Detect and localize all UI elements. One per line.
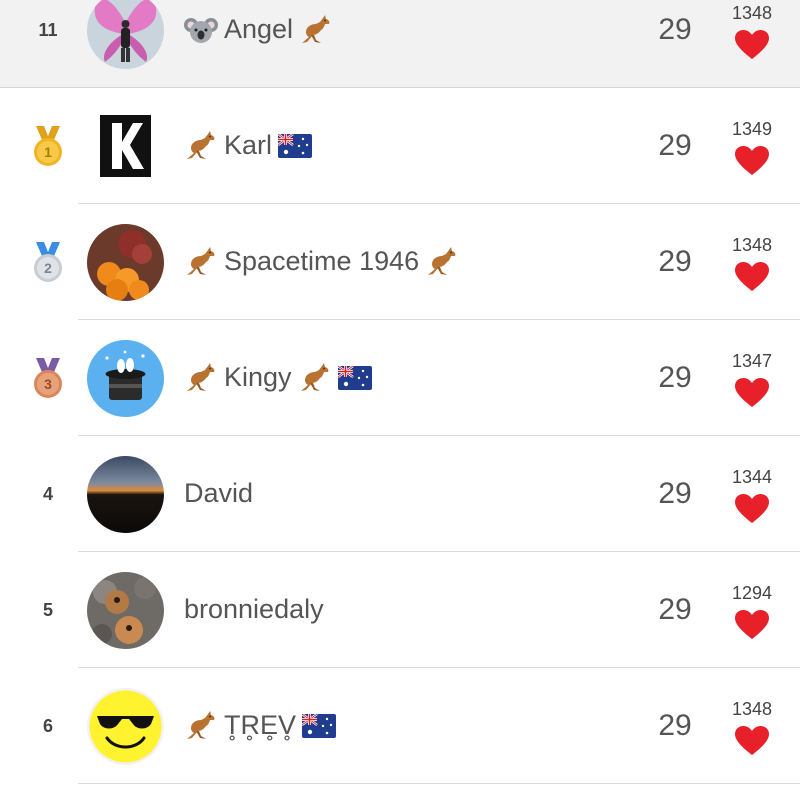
avatar[interactable] — [87, 572, 164, 649]
kangaroo-emoji-icon — [184, 131, 218, 161]
avatar[interactable] — [87, 0, 164, 69]
heart-icon[interactable] — [735, 726, 769, 756]
heart-icon[interactable] — [735, 378, 769, 408]
player-name-text: David — [184, 478, 254, 508]
leaderboard-row[interactable]: 5 bronniedaly 29 1294 — [0, 552, 800, 668]
row-divider — [78, 783, 800, 784]
kangaroo-emoji-icon — [298, 363, 332, 393]
heart-icon[interactable] — [735, 494, 769, 524]
kangaroo-emoji-icon — [184, 363, 218, 393]
like-count: 1348 — [731, 3, 773, 23]
australia-flag-icon — [278, 134, 312, 158]
kangaroo-emoji-icon — [184, 247, 218, 277]
kangaroo-emoji-icon — [299, 15, 333, 45]
player-name: Karl — [184, 130, 312, 161]
player-name: Spacetime 1946 — [184, 246, 459, 277]
like-count: 1294 — [731, 583, 773, 603]
bronze-medal-icon: 3 — [34, 358, 62, 398]
leaderboard-list: 11 Angel 29 1348 1 Karl 29 1349 2 Spacet… — [0, 0, 800, 784]
score-value: 29 — [658, 593, 692, 626]
player-name-text: Angel — [224, 14, 294, 44]
avatar[interactable] — [87, 224, 164, 301]
like-count: 1349 — [731, 119, 773, 139]
like-count: 1348 — [731, 699, 773, 719]
player-name: Kingy — [184, 362, 372, 393]
avatar[interactable] — [87, 456, 164, 533]
heart-icon[interactable] — [735, 30, 769, 60]
avatar[interactable] — [100, 115, 151, 177]
australia-flag-icon — [338, 366, 372, 390]
like-count: 1348 — [731, 235, 773, 255]
heart-icon[interactable] — [735, 610, 769, 640]
australia-flag-icon — [302, 714, 336, 738]
player-name: bronniedaly — [184, 594, 324, 625]
rank-number: 11 — [38, 20, 58, 40]
player-name: Angel — [184, 14, 333, 45]
player-name-text: T̥R̥E̥V̥ — [224, 710, 297, 740]
player-name-text: bronniedaly — [184, 594, 324, 624]
leaderboard-row[interactable]: 2 Spacetime 1946 29 1348 — [0, 204, 800, 320]
score-value: 29 — [658, 709, 692, 742]
rank-number: 4 — [42, 484, 53, 504]
like-count: 1344 — [731, 467, 773, 487]
kangaroo-emoji-icon — [184, 711, 218, 741]
heart-icon[interactable] — [735, 146, 769, 176]
player-name: David — [184, 478, 253, 509]
score-value: 29 — [658, 477, 692, 510]
leaderboard-row[interactable]: 6 T̥R̥E̥V̥ 29 1348 — [0, 668, 800, 784]
gold-medal-icon: 1 — [34, 126, 62, 166]
leaderboard-row[interactable]: 1 Karl 29 1349 — [0, 88, 800, 204]
current-user-row[interactable]: 11 Angel 29 1348 — [0, 0, 800, 88]
player-name-text: Karl — [224, 130, 273, 160]
medal-rank: 2 — [44, 260, 52, 276]
leaderboard-row[interactable]: 4 David 29 1344 — [0, 436, 800, 552]
score-value: 29 — [658, 361, 692, 394]
avatar[interactable] — [87, 340, 164, 417]
leaderboard-row[interactable]: 3 Kingy 29 1347 — [0, 320, 800, 436]
medal-rank: 1 — [44, 144, 52, 160]
score-value: 29 — [658, 245, 692, 278]
score-value: 29 — [658, 13, 692, 46]
kangaroo-emoji-icon — [425, 247, 459, 277]
player-name-text: Spacetime 1946 — [224, 246, 420, 276]
score-value: 29 — [658, 129, 692, 162]
avatar[interactable] — [87, 688, 164, 765]
koala-emoji-icon — [184, 15, 218, 45]
silver-medal-icon: 2 — [34, 242, 62, 282]
medal-rank: 3 — [44, 376, 52, 392]
rank-number: 5 — [42, 600, 53, 620]
like-count: 1347 — [731, 351, 773, 371]
heart-icon[interactable] — [735, 262, 769, 292]
player-name-text: Kingy — [224, 362, 292, 392]
player-name: T̥R̥E̥V̥ — [184, 710, 336, 741]
rank-number: 6 — [42, 716, 53, 736]
